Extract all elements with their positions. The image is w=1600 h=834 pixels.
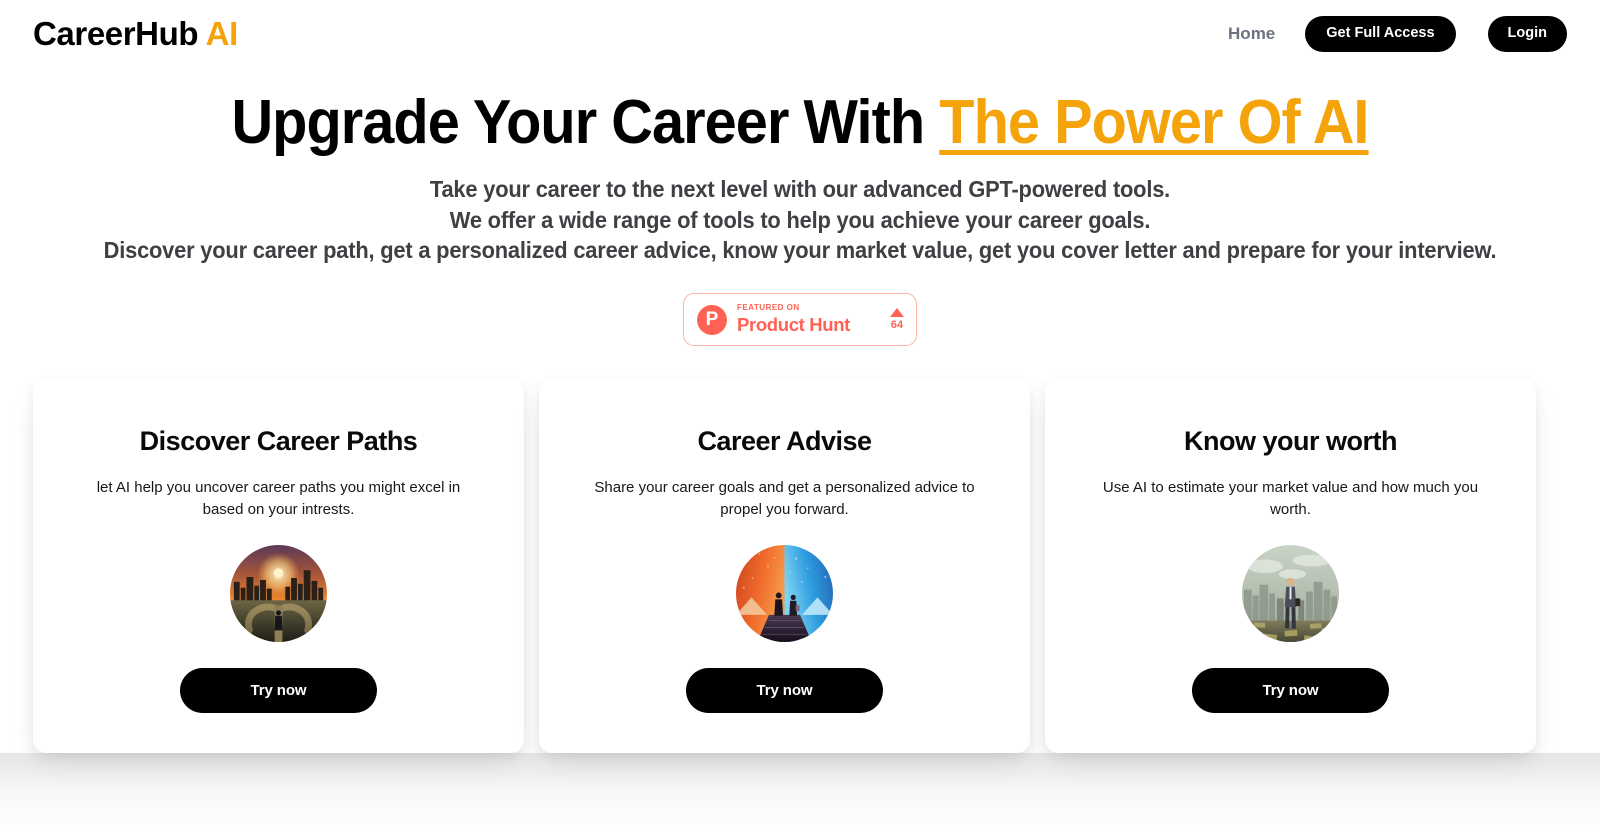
hero-subtitle-line-1: Take your career to the next level with … [429, 176, 1171, 203]
upvote-triangle-icon [890, 308, 904, 317]
two-figures-stairs-duotone-image [736, 544, 833, 642]
nav-link-home[interactable]: Home [1228, 24, 1275, 44]
top-navbar: CareerHub AI Home Get Full Access Login [0, 0, 1600, 67]
card-title: Discover Career Paths [139, 426, 418, 456]
hero-subtitle-line-3: Discover your career path, get a persona… [103, 236, 1497, 263]
card-know-your-worth[interactable]: Know your worth Use AI to estimate your … [1045, 379, 1536, 753]
card-discover-career-paths[interactable]: Discover Career Paths let AI help you un… [33, 379, 524, 753]
product-hunt-upvote-count: 64 [890, 319, 904, 331]
headline-accent-text: The Power Of AI [939, 88, 1369, 157]
card-description: let AI help you uncover career paths you… [96, 478, 461, 519]
try-now-button[interactable]: Try now [1192, 667, 1389, 713]
bottom-shadow-fade [0, 753, 1600, 834]
headline-main-text: Upgrade Your Career With [231, 88, 940, 157]
businessman-on-money-city-image [1242, 544, 1339, 642]
try-now-button[interactable]: Try now [180, 667, 377, 713]
product-hunt-text: FEATURED ON Product Hunt [737, 302, 884, 335]
login-button[interactable]: Login [1487, 15, 1567, 52]
card-title: Career Advise [697, 426, 872, 456]
get-full-access-button[interactable]: Get Full Access [1305, 15, 1456, 52]
brand-name: CareerHub [33, 15, 199, 52]
page-title: Upgrade Your Career With The Power Of AI [56, 88, 1544, 157]
product-hunt-upvote[interactable]: 64 [890, 308, 904, 331]
try-now-button[interactable]: Try now [686, 667, 883, 713]
card-description: Use AI to estimate your market value and… [1102, 478, 1479, 519]
product-hunt-badge[interactable]: P FEATURED ON Product Hunt 64 [683, 293, 917, 346]
hero-section: Upgrade Your Career With The Power Of AI… [0, 88, 1600, 265]
brand-suffix: AI [205, 15, 239, 52]
product-hunt-featured-label: FEATURED ON [737, 302, 800, 312]
nav-actions: Home Get Full Access Login [1228, 15, 1567, 52]
card-description: Share your career goals and get a person… [594, 478, 975, 519]
product-hunt-name: Product Hunt [737, 313, 850, 335]
feature-cards: Discover Career Paths let AI help you un… [33, 379, 1567, 753]
card-career-advise[interactable]: Career Advise Share your career goals an… [539, 379, 1030, 753]
card-title: Know your worth [1184, 426, 1397, 456]
hero-subtitle-line-2: We offer a wide range of tools to help y… [449, 206, 1151, 233]
product-hunt-logo-icon: P [697, 304, 727, 335]
hero-subtitle: Take your career to the next level with … [0, 174, 1600, 264]
brand-logo[interactable]: CareerHub AI [33, 17, 238, 50]
career-crossroads-sunset-image [230, 544, 327, 642]
product-hunt-badge-wrap: P FEATURED ON Product Hunt 64 [0, 293, 1600, 346]
